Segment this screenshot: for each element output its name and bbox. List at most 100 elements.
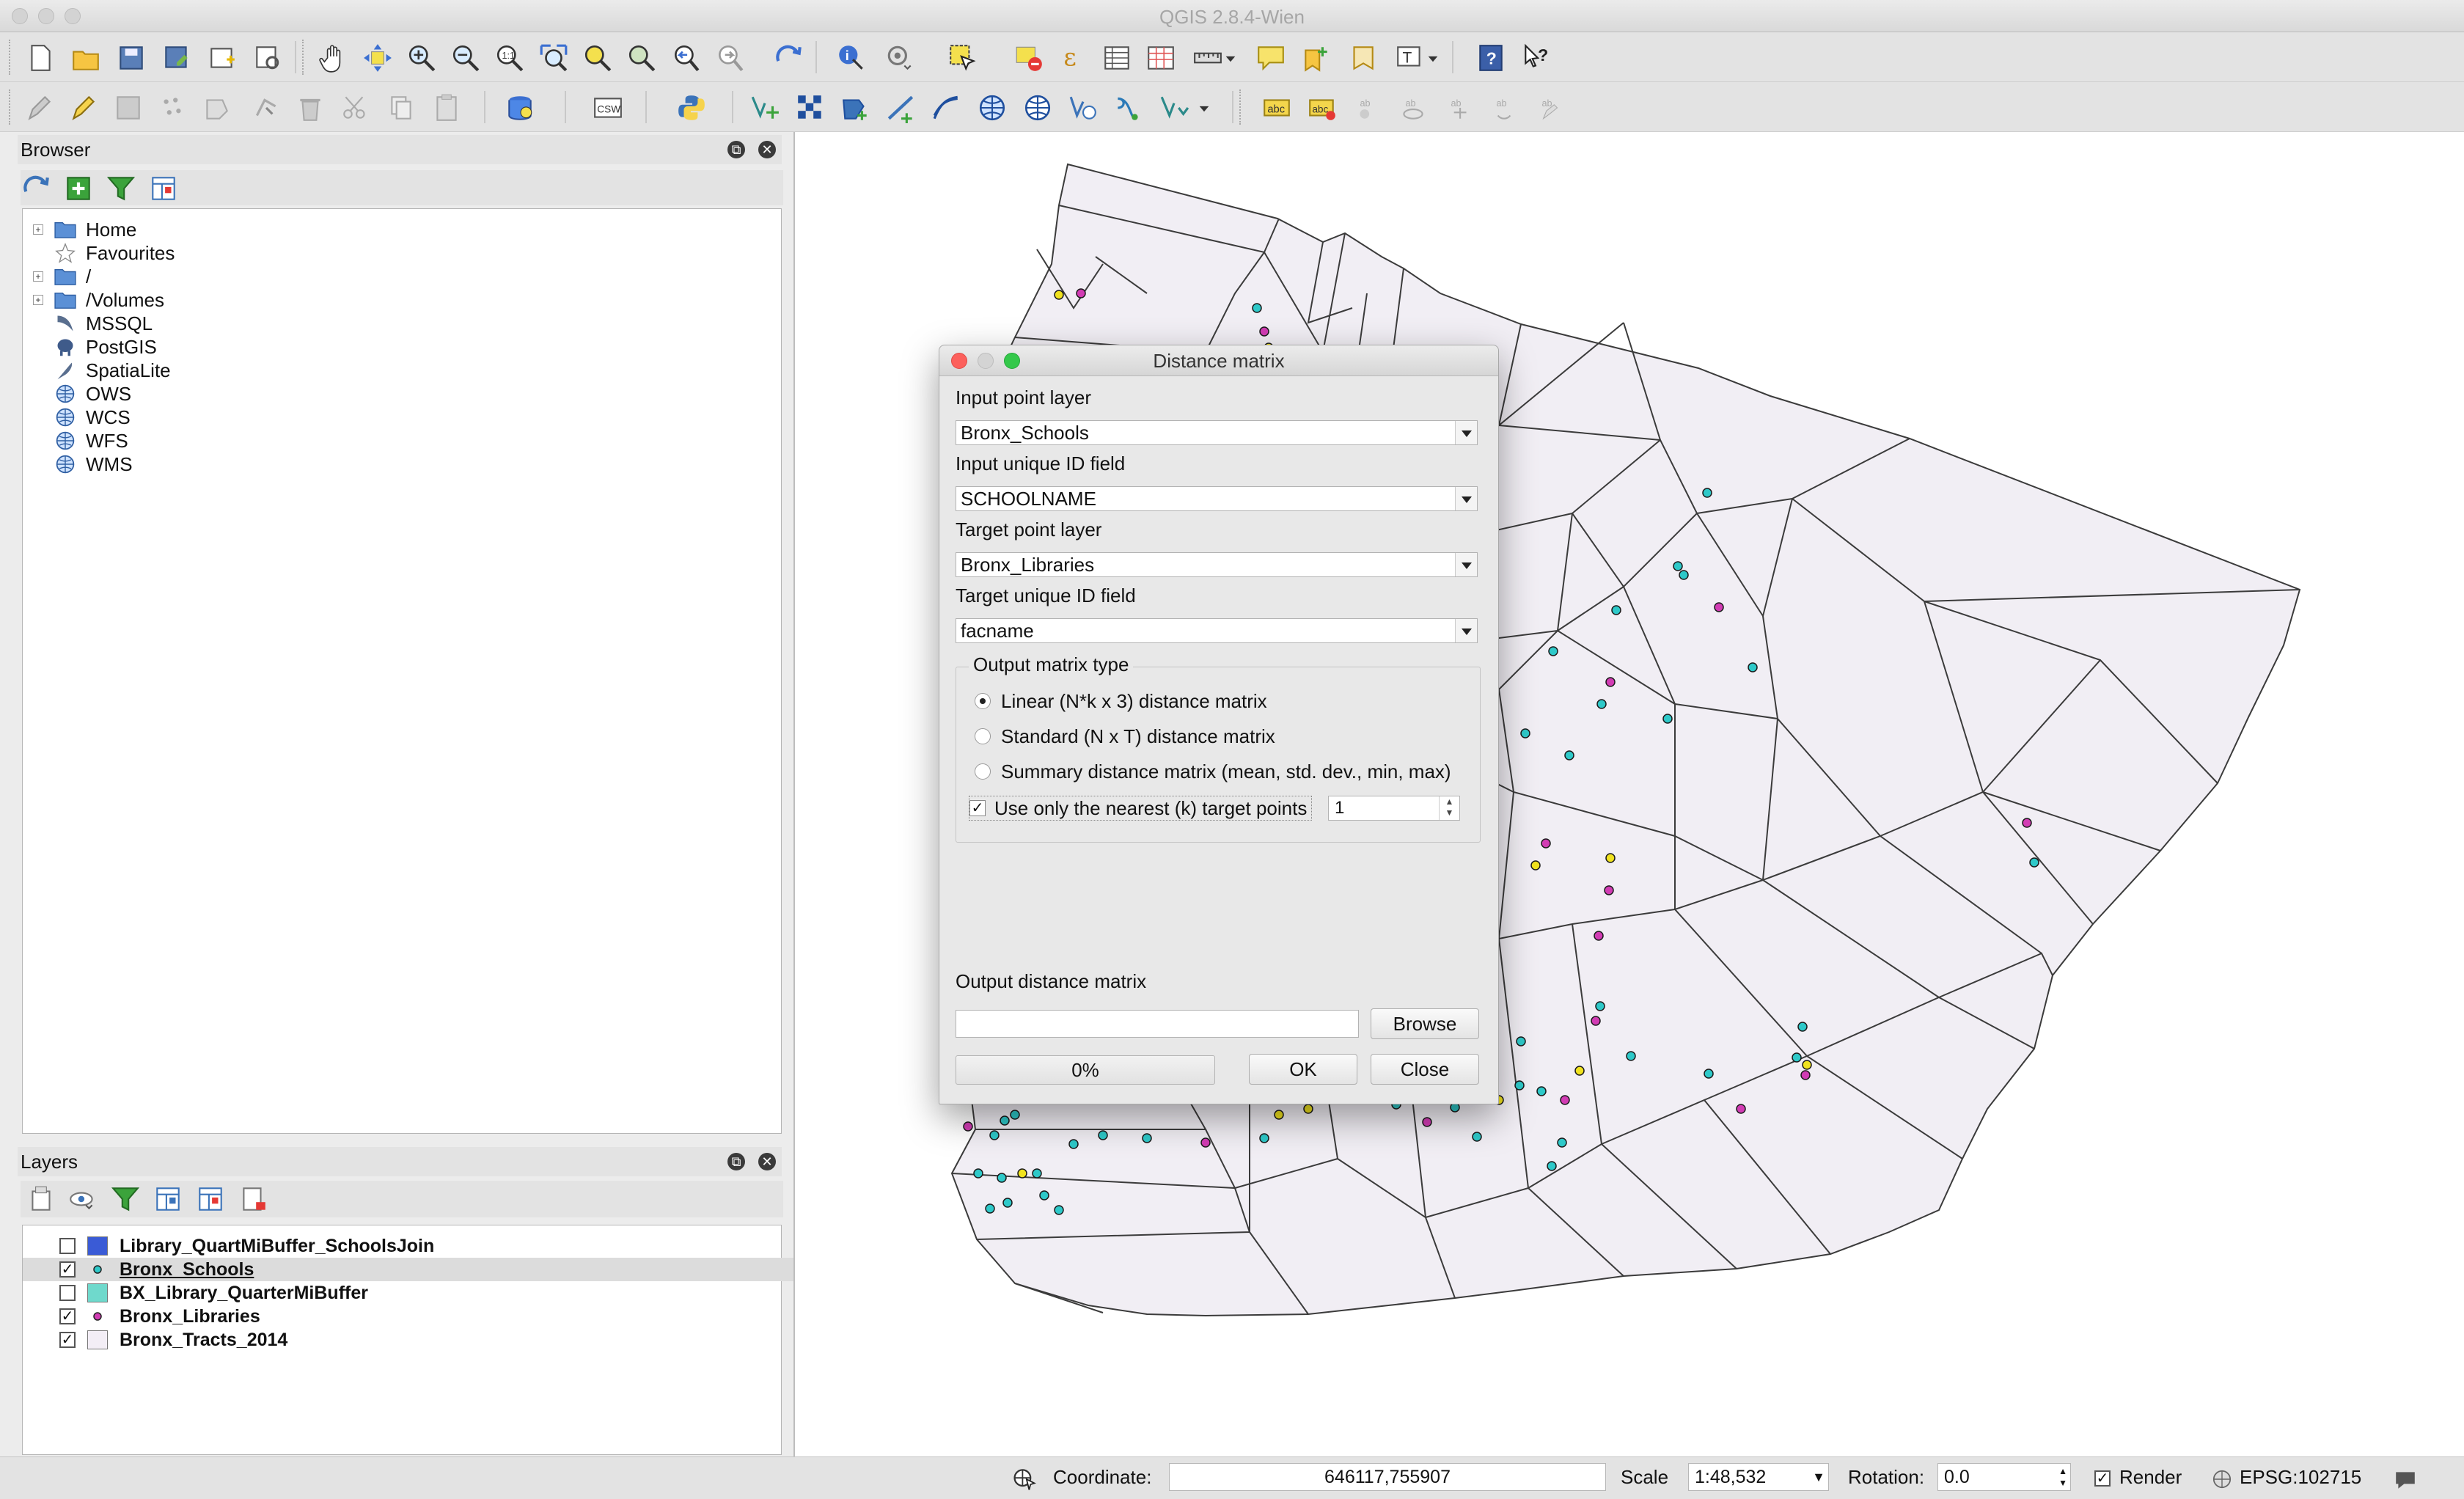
layer-visibility-checkbox[interactable] [59,1285,76,1301]
layer-visibility-checkbox[interactable] [59,1238,76,1254]
layer-row[interactable]: ✓ Bronx_Tracts_2014 [23,1328,804,1352]
layer-row[interactable]: BX_Library_QuarterMiBuffer [23,1281,804,1305]
field-calculator-icon[interactable]: ε [1056,41,1090,75]
crs-label[interactable]: EPSG:102715 [2240,1466,2361,1489]
refresh-icon[interactable] [771,41,805,75]
layer-row[interactable]: Library_QuartMiBuffer_SchoolsJoin [23,1234,804,1258]
nearest-target-checkbox[interactable]: ✓ [969,800,986,816]
messages-icon[interactable] [2392,1467,2419,1491]
radio-button[interactable] [975,763,991,780]
show-hide-labels-icon[interactable]: ab [1396,91,1430,125]
scale-select[interactable]: 1:48,532 ▼ [1688,1463,1829,1491]
browser-item[interactable]: + / [23,265,778,288]
toolbar-grip[interactable] [302,40,307,75]
pin-labels-icon[interactable]: ab [1351,91,1385,125]
browser-item[interactable]: Favourites [23,241,778,265]
vector-join-icon[interactable] [1112,91,1145,125]
zoom-to-layer-icon[interactable] [625,41,659,75]
show-bookmarks-icon[interactable] [1345,41,1379,75]
vector-grid-icon[interactable] [793,91,827,125]
zoom-to-selection-icon[interactable] [581,41,615,75]
filter-browser-icon[interactable] [106,173,136,204]
paste-features-icon[interactable] [430,91,463,125]
label-layer-icon[interactable]: abc [1260,91,1294,125]
current-edits-icon[interactable] [23,91,57,125]
browser-item[interactable]: WMS [23,452,778,476]
zoom-full-icon[interactable] [537,41,571,75]
python-console-icon[interactable] [675,91,708,125]
composer-manager-icon[interactable] [251,41,285,75]
crs-status-icon[interactable] [2212,1469,2232,1489]
input-id-field-select[interactable]: SCHOOLNAME [956,486,1478,511]
refresh-icon[interactable] [21,173,51,204]
pan-to-selection-icon[interactable] [361,41,395,75]
vector-toolbox-dropdown-icon[interactable] [1195,91,1213,125]
zoom-out-icon[interactable] [449,41,483,75]
statistical-summary-icon[interactable] [1144,41,1178,75]
annotation-dropdown-icon[interactable] [1424,41,1442,75]
target-point-layer-select[interactable]: Bronx_Libraries [956,552,1478,577]
db-manager-icon[interactable] [503,91,537,125]
float-panel-icon[interactable]: ⧉ [727,141,745,158]
chevron-down-icon[interactable]: ▼ [1812,1464,1825,1490]
expand-icon[interactable]: + [33,271,43,282]
browse-button[interactable]: Browse [1371,1008,1479,1039]
vector-line-tool-icon[interactable] [884,91,918,125]
zoom-next-icon[interactable] [713,41,747,75]
manage-visibility-icon[interactable] [67,1184,98,1214]
csw-client-icon[interactable]: CSW [591,91,625,125]
pan-map-icon[interactable] [317,41,351,75]
measure-line-icon[interactable] [1191,41,1225,75]
render-checkbox[interactable]: ✓ [2094,1470,2111,1487]
collapse-all-icon[interactable] [195,1184,226,1214]
move-label-icon[interactable]: ab [1442,91,1475,125]
vector-toolbox-icon[interactable] [1157,91,1191,125]
browser-item[interactable]: WFS [23,429,778,452]
close-panel-icon[interactable]: ✕ [758,141,776,158]
chevron-down-icon[interactable] [1455,487,1477,510]
browser-item[interactable]: SpatiaLite [23,359,778,382]
browser-item[interactable]: MSSQL [23,312,778,335]
save-layer-edits-icon[interactable] [111,91,145,125]
add-selected-layers-icon[interactable] [63,173,94,204]
browser-item[interactable]: + Home [23,218,778,241]
collapse-all-icon[interactable] [148,173,179,204]
layer-visibility-checkbox[interactable]: ✓ [59,1332,76,1348]
radio-summary-matrix[interactable]: Summary distance matrix (mean, std. dev.… [975,759,1451,784]
help-contents-icon[interactable]: ? [1474,41,1508,75]
node-tool-icon[interactable] [249,91,283,125]
expand-icon[interactable]: + [33,295,43,305]
cut-features-icon[interactable] [339,91,373,125]
save-as-icon[interactable] [160,41,194,75]
delete-selected-icon[interactable] [293,91,327,125]
close-button[interactable]: Close [1371,1054,1479,1085]
layer-styling-icon[interactable] [26,1184,57,1214]
open-project-icon[interactable] [69,41,103,75]
run-feature-action-icon[interactable] [883,41,917,75]
layer-visibility-checkbox[interactable]: ✓ [59,1261,76,1278]
chevron-down-icon[interactable] [1455,619,1477,642]
layer-row[interactable]: ✓ Bronx_Libraries [23,1305,804,1328]
chevron-down-icon[interactable] [1455,553,1477,576]
expand-icon[interactable]: + [33,224,43,235]
globe-data-management-icon[interactable] [1021,91,1055,125]
nearest-k-spinbox[interactable]: 1 ▲ ▼ [1328,796,1460,821]
browser-item[interactable]: PostGIS [23,335,778,359]
new-project-icon[interactable] [23,41,57,75]
input-point-layer-select[interactable]: Bronx_Schools [956,420,1478,445]
zoom-last-icon[interactable] [669,41,703,75]
whats-this-icon[interactable]: ? [1519,41,1553,75]
toolbar-grip[interactable] [9,40,13,75]
browser-item[interactable]: OWS [23,382,778,406]
radio-button[interactable] [975,693,991,709]
browser-item[interactable]: WCS [23,406,778,429]
target-id-field-select[interactable]: facname [956,618,1478,643]
copy-features-icon[interactable] [384,91,418,125]
toggle-editing-icon[interactable] [67,91,101,125]
save-project-icon[interactable] [114,41,148,75]
layer-visibility-checkbox[interactable]: ✓ [59,1308,76,1324]
new-print-composer-icon[interactable] [205,41,239,75]
rotation-spinbox[interactable]: 0.0 ▲ ▼ [1937,1463,2071,1491]
ok-button[interactable]: OK [1249,1054,1357,1085]
vector-select-icon[interactable] [1066,91,1100,125]
